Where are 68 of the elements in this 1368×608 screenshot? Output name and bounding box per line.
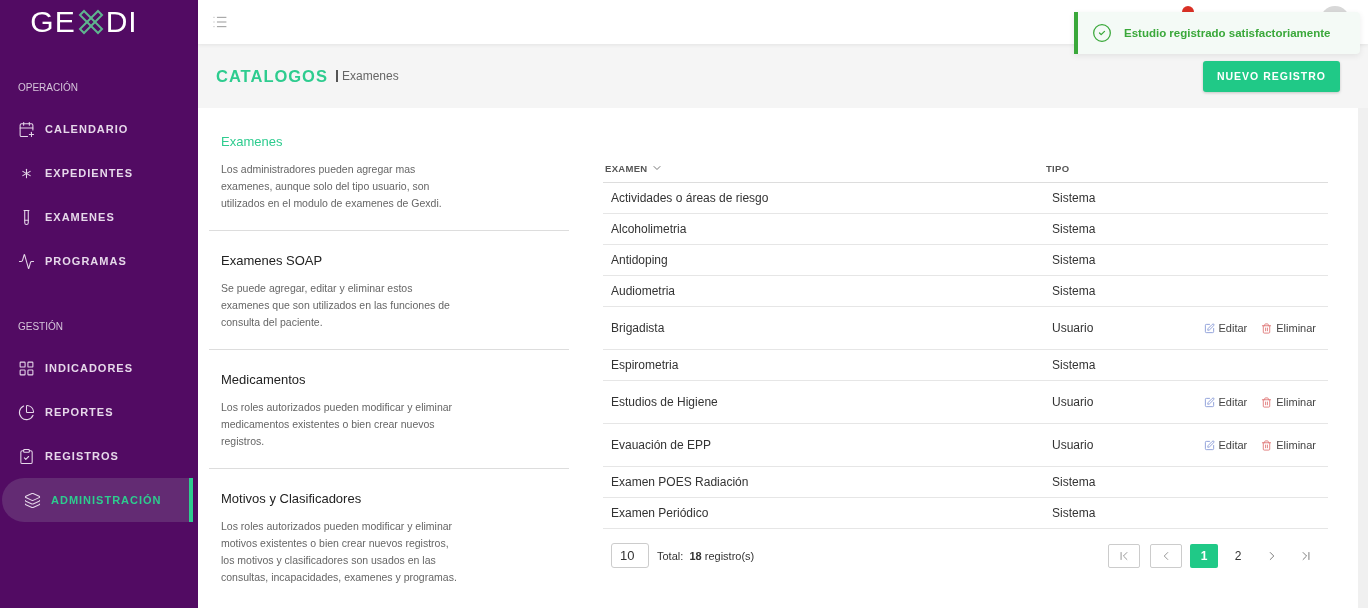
table-cell-text: Brigadista	[611, 321, 666, 335]
total-count: Total: 18 registro(s)	[657, 549, 755, 562]
table-cell-text: Sistema	[1052, 253, 1097, 267]
section-title: GESTIÓN	[17, 321, 64, 332]
edit-link[interactable]: Editar	[1203, 396, 1248, 408]
table-cell-text: Sistema	[1052, 475, 1097, 489]
toast-message: Estudio registrado satisfactoriamente	[1124, 27, 1331, 39]
delete-link[interactable]: Eliminar	[1261, 396, 1316, 408]
table-cell-text: Sistema	[1052, 358, 1097, 372]
nav-item[interactable]: CALENDARIO	[2, 107, 193, 151]
section-title: OPERACIÓN	[17, 82, 79, 93]
clipboard-check-icon	[18, 447, 35, 465]
nav-item[interactable]: PROGRAMAS	[2, 239, 193, 283]
edit-link[interactable]: Editar	[1203, 439, 1248, 451]
table-cell-text: Usuario	[1052, 395, 1095, 409]
pulse-icon	[18, 252, 35, 270]
first-page-button[interactable]	[1108, 543, 1140, 568]
table-cell-text: Evauación de EPP	[611, 438, 713, 452]
page-size-field[interactable]: 10	[611, 543, 649, 568]
nav-item[interactable]: ADMINISTRACIÓN	[2, 478, 193, 522]
table-cell-text: Usuario	[1052, 321, 1095, 335]
table-cell-text: Examen Periódico	[611, 506, 710, 520]
table-cell-text: Estudios de Higiene	[611, 395, 719, 409]
catalog-description: Se puede agregar, editar y eliminar estos examenes que son utilizados en las funciones de consulta del paciente.	[221, 281, 451, 330]
page-subtitle: Examenes	[335, 70, 399, 82]
edit-icon	[1203, 439, 1215, 451]
calendar-icon	[18, 120, 35, 138]
column-header[interactable]: EXAMEN	[605, 162, 1046, 174]
logo-text: DI	[105, 5, 138, 39]
catalog-description: Los roles autorizados pueden modificar y eliminar medicamentos existentes o bien crear nuevos registros.	[221, 400, 454, 449]
catalog-description: Los administradores pueden agregar mas examenes, aunque solo del tipo usuario, son utilizados en el modulo de examenes de Gexdi.	[221, 162, 443, 211]
catalog-link[interactable]: Motivos y Clasificadores	[221, 491, 557, 506]
delete-link[interactable]: Eliminar	[1261, 439, 1316, 451]
logo-text: GE	[30, 5, 76, 39]
table-cell-text: Sistema	[1052, 191, 1097, 205]
edit-icon	[1203, 322, 1215, 334]
edit-icon	[1203, 396, 1215, 408]
table-cell-text: Sistema	[1052, 222, 1097, 236]
nav-item[interactable]: EXPEDIENTES	[2, 151, 193, 195]
nav-item[interactable]: REGISTROS	[2, 434, 193, 478]
table-cell-text: Usuario	[1052, 438, 1095, 452]
table-cell-text: Sistema	[1052, 506, 1097, 520]
nav-item[interactable]: REPORTES	[2, 390, 193, 434]
table-cell-text: Espirometria	[611, 358, 680, 372]
table-cell-text: Alcoholimetria	[611, 222, 688, 236]
delete-link[interactable]: Eliminar	[1261, 322, 1316, 334]
grid-icon	[18, 359, 35, 377]
trash-icon	[1261, 322, 1273, 334]
menu-icon[interactable]	[212, 14, 228, 30]
layers-icon	[24, 491, 41, 509]
catalog-link[interactable]: Medicamentos	[221, 372, 557, 387]
column-header: TIPO	[1046, 162, 1071, 174]
trash-icon	[1261, 439, 1273, 451]
table-cell-text: Antidoping	[611, 253, 669, 267]
table-cell-text: Audiometria	[611, 284, 677, 298]
table-cell-text: Sistema	[1052, 284, 1097, 298]
catalog-description: Los roles autorizados pueden modificar y eliminar motivos existentes o bien crear nuevos registros, los motivos y clasificadores son usados en las consultas, incapacidades, examenes y programas.	[221, 519, 457, 585]
trash-icon	[1261, 396, 1273, 408]
previous-page-button[interactable]	[1150, 543, 1182, 568]
table-cell-text: Examen POES Radiación	[611, 475, 750, 489]
edit-link[interactable]: Editar	[1203, 322, 1248, 334]
nav-item[interactable]: EXAMENES	[2, 195, 193, 239]
catalog-link[interactable]: Examenes SOAP	[221, 253, 557, 268]
table-cell-text: Actividades o áreas de riesgo	[611, 191, 770, 205]
nav-item[interactable]: INDICADORES	[2, 346, 193, 390]
check-icon	[1092, 23, 1112, 43]
pie-chart-icon	[18, 403, 35, 421]
page-title: CATALOGOS	[216, 66, 328, 86]
